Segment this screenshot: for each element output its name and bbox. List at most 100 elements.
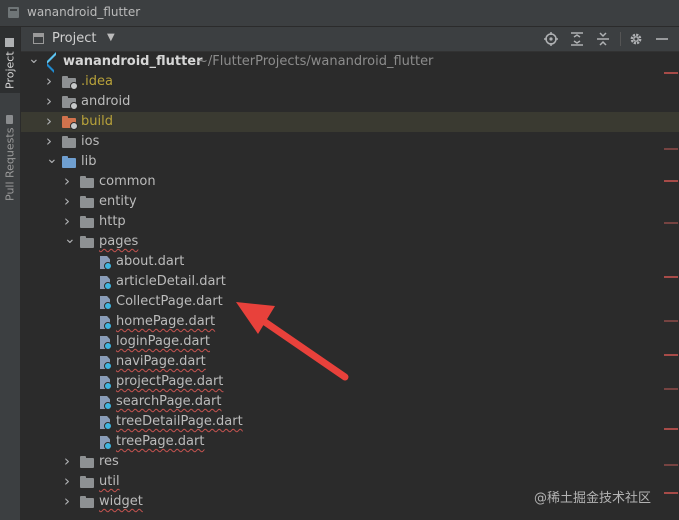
collapse-all-icon[interactable] [593, 29, 613, 49]
dart-file-icon [100, 276, 112, 290]
folder-icon [62, 156, 76, 168]
folder-icon [80, 476, 94, 488]
tree-item-label: res [99, 454, 119, 469]
tree-item-loginpage-dart[interactable]: loginPage.dart [21, 332, 679, 352]
folder-icon [80, 216, 94, 228]
window-title: wanandroid_flutter [27, 5, 141, 19]
tree-item-idea[interactable]: › .idea [21, 72, 679, 92]
tree-item-label: android [81, 94, 131, 109]
folder-icon [80, 176, 94, 188]
error-stripe [664, 428, 678, 430]
dart-file-icon [100, 356, 112, 370]
project-tree: ⌄ wanandroid_flutter ~/FlutterProjects/wan… [21, 51, 679, 520]
tree-item-label: ios [81, 134, 100, 149]
expand-all-icon[interactable] [567, 29, 587, 49]
project-path: ~/FlutterProjects/wanandroid_flutter [197, 54, 434, 69]
tree-item-label: util [99, 474, 120, 489]
tree-item-label: about.dart [116, 254, 185, 269]
folder-icon [62, 116, 78, 130]
dart-file-icon [100, 436, 112, 450]
tree-item-label: pages [99, 234, 139, 249]
tree-item-pages[interactable]: ⌄ pages [21, 231, 679, 252]
folder-icon [62, 76, 78, 90]
tree-item-label: widget [99, 494, 143, 509]
chevron-right-icon[interactable]: › [64, 192, 74, 210]
chevron-right-icon[interactable]: › [64, 492, 74, 510]
dart-file-icon [100, 336, 112, 350]
locate-icon[interactable] [541, 29, 561, 49]
error-stripe [664, 388, 678, 390]
chevron-right-icon[interactable]: › [64, 172, 74, 190]
chevron-down-icon[interactable]: ⌄ [64, 231, 76, 247]
tree-item-label: searchPage.dart [116, 394, 222, 409]
chevron-down-icon[interactable]: ⌄ [46, 151, 58, 167]
tree-item-wanandroid-flutter[interactable]: ⌄ wanandroid_flutter ~/FlutterProjects/wan… [21, 51, 679, 72]
project-view-icon [33, 33, 44, 44]
tree-item-label: build [81, 114, 113, 129]
folder-icon [80, 496, 94, 508]
dart-file-icon [100, 416, 112, 430]
chevron-right-icon[interactable]: › [46, 72, 56, 90]
tree-item-label: common [99, 174, 156, 189]
chevron-right-icon[interactable]: › [46, 92, 56, 110]
error-stripe [664, 72, 678, 74]
tree-item-label: treePage.dart [116, 434, 205, 449]
tree-item-navipage-dart[interactable]: naviPage.dart [21, 352, 679, 372]
flutter-project-icon [44, 55, 56, 69]
error-stripe [664, 276, 678, 278]
tree-item-res[interactable]: › res [21, 452, 679, 472]
chevron-right-icon[interactable]: › [64, 472, 74, 490]
gear-icon[interactable] [626, 29, 646, 49]
pull-requests-tab-label: Pull Requests [3, 127, 17, 201]
folder-icon [80, 196, 94, 208]
tree-item-searchpage-dart[interactable]: searchPage.dart [21, 392, 679, 412]
tree-item-label: CollectPage.dart [116, 294, 223, 309]
window-titlebar: wanandroid_flutter [0, 0, 679, 27]
tree-item-android[interactable]: › android [21, 92, 679, 112]
tree-item-treepage-dart[interactable]: treePage.dart [21, 432, 679, 452]
tree-item-label: wanandroid_flutter [63, 54, 203, 69]
error-stripe [664, 320, 678, 322]
tree-item-lib[interactable]: ⌄ lib [21, 151, 679, 172]
project-toolbar: Project ▼ [21, 27, 679, 52]
tree-item-projectpage-dart[interactable]: projectPage.dart [21, 372, 679, 392]
dart-file-icon [100, 376, 112, 390]
scrollbar-track[interactable] [663, 52, 679, 520]
minimize-icon[interactable] [652, 29, 672, 49]
tree-item-entity[interactable]: › entity [21, 192, 679, 212]
tree-item-http[interactable]: › http [21, 212, 679, 232]
tree-item-treedetailpage-dart[interactable]: treeDetailPage.dart [21, 412, 679, 432]
folder-icon [5, 38, 15, 48]
tree-item-label: treeDetailPage.dart [116, 414, 243, 429]
folder-icon [80, 236, 94, 248]
dart-file-icon [100, 256, 112, 270]
toolbar-divider [620, 32, 621, 46]
chevron-right-icon[interactable]: › [46, 132, 56, 150]
chevron-down-icon[interactable]: ▼ [107, 32, 115, 43]
chevron-right-icon[interactable]: › [64, 452, 74, 470]
folder-icon [62, 96, 78, 110]
chevron-right-icon[interactable]: › [64, 212, 74, 230]
tab-project[interactable]: Project [0, 27, 20, 93]
tree-item-build[interactable]: › build [21, 112, 679, 132]
tree-item-label: .idea [81, 74, 113, 89]
error-stripe [664, 180, 678, 182]
tree-item-ios[interactable]: › ios [21, 132, 679, 152]
error-stripe [664, 222, 678, 224]
tree-item-common[interactable]: › common [21, 172, 679, 192]
error-stripe [664, 148, 678, 150]
project-tab-label: Project [3, 51, 17, 89]
tree-item-articledetail-dart[interactable]: articleDetail.dart [21, 272, 679, 292]
tree-item-label: naviPage.dart [116, 354, 206, 369]
tree-item-label: lib [81, 154, 97, 169]
error-stripe [664, 492, 678, 494]
folder-icon [62, 136, 76, 148]
chevron-down-icon[interactable]: ⌄ [28, 51, 40, 67]
tree-item-homepage-dart[interactable]: homePage.dart [21, 312, 679, 332]
tree-item-collectpage-dart[interactable]: CollectPage.dart [21, 292, 679, 312]
tree-item-label: projectPage.dart [116, 374, 224, 389]
tab-pull-requests[interactable]: Pull Requests [0, 105, 20, 205]
chevron-right-icon[interactable]: › [46, 112, 56, 130]
tree-item-about-dart[interactable]: about.dart [21, 252, 679, 272]
dart-file-icon [100, 316, 112, 330]
